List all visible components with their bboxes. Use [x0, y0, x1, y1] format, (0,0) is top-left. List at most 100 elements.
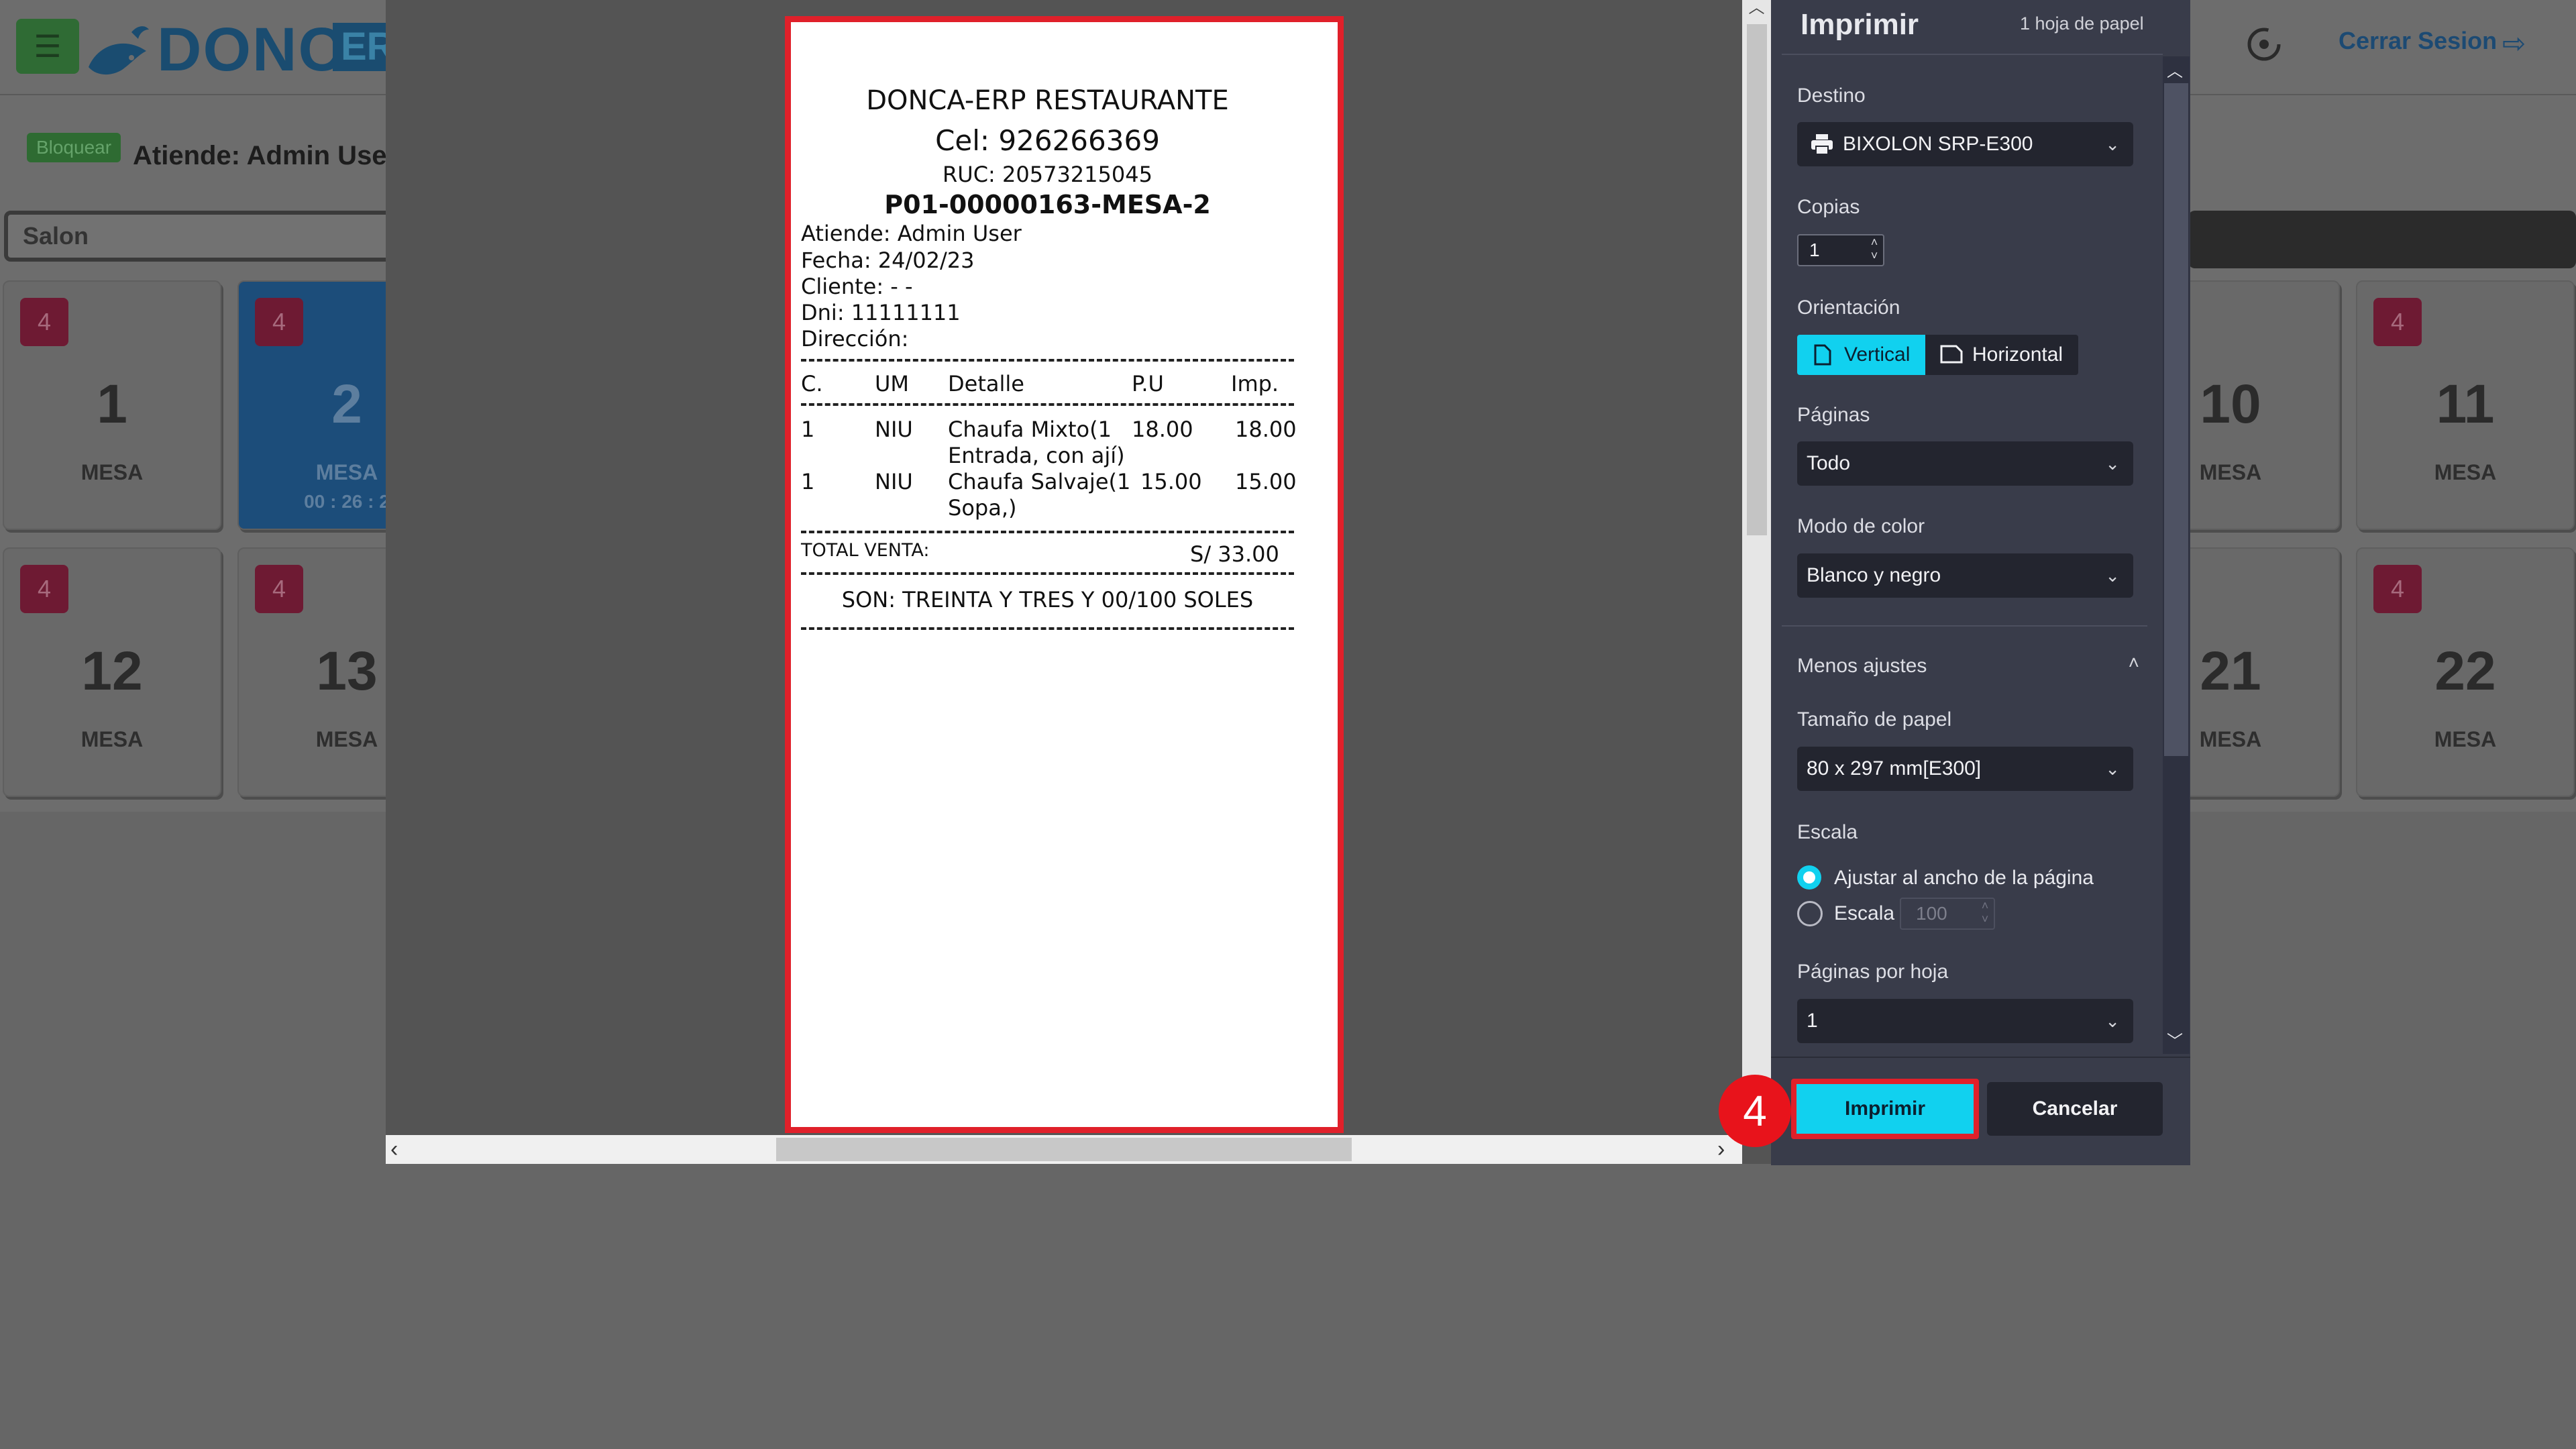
pages-per-sheet-label: Páginas por hoja [1797, 961, 1949, 983]
table-card[interactable]: 4 12 MESA [3, 547, 221, 797]
pages-per-sheet-value: 1 [1807, 1010, 1818, 1032]
scale-custom-radio[interactable] [1797, 901, 1823, 926]
preview-vertical-scroll-thumb[interactable] [1747, 24, 1767, 535]
pages-select[interactable]: Todo ⌄ [1797, 441, 2133, 486]
receipt-date: Fecha: 24/02/23 [801, 248, 975, 273]
receipt-col-qty: C. [801, 371, 823, 396]
orientation-horizontal-label: Horizontal [1972, 343, 2063, 366]
salon-bar [2188, 211, 2576, 268]
copies-stepper-icon[interactable]: ˄ ˅ [1866, 235, 1883, 265]
orientation-vertical-button[interactable]: Vertical [1797, 335, 1925, 375]
receipt-total-label: TOTAL VENTA: [801, 540, 930, 561]
attendant-label: Atiende: Admin User [133, 141, 398, 170]
printer-icon [1811, 134, 1833, 155]
table-number: 11 [2436, 374, 2495, 435]
scale-custom-label: Escala [1834, 902, 1895, 924]
lock-button[interactable]: Bloquear [27, 133, 121, 162]
chevron-down-icon: ⌄ [2105, 1011, 2120, 1031]
print-dialog-title: Imprimir [1801, 8, 1919, 41]
pages-label: Páginas [1797, 404, 1870, 426]
chevron-down-icon: ⌄ [2105, 453, 2120, 474]
sheet-count: 1 hoja de papel [2020, 13, 2144, 34]
menu-icon[interactable]: ☰ [16, 19, 79, 74]
table-capacity-badge: 4 [255, 298, 303, 346]
table-capacity-badge: 4 [2373, 565, 2422, 613]
whale-logo-icon [89, 26, 149, 75]
salon-select[interactable]: Salon [4, 211, 420, 262]
table-card[interactable]: 4 11 MESA [2356, 280, 2575, 530]
table-label: MESA [80, 727, 144, 751]
paper-size-label: Tamaño de papel [1797, 708, 1952, 731]
portrait-page-icon [1814, 344, 1831, 366]
table-capacity-badge: 4 [255, 565, 303, 613]
receipt-divider [801, 359, 1294, 362]
color-mode-value: Blanco y negro [1807, 564, 1941, 586]
refresh-icon[interactable] [2244, 24, 2284, 64]
table-label: MESA [2434, 727, 2497, 751]
scale-label: Escala [1797, 821, 1858, 843]
receipt-item-imp: 18.00 [1235, 417, 1297, 442]
chevron-down-icon: ⌄ [2105, 566, 2120, 586]
scroll-down-icon[interactable]: ﹀ [2167, 1028, 2183, 1051]
receipt-phone: Cel: 926266369 [935, 124, 1160, 157]
chevron-up-icon: ˄ [2128, 652, 2139, 673]
copies-label: Copias [1797, 196, 1860, 218]
table-label: MESA [2434, 460, 2497, 484]
logout-button[interactable]: Cerrar Sesion [2339, 27, 2497, 55]
receipt-dni: Dni: 11111111 [801, 300, 961, 325]
receipt-item-detail-cont: Sopa,) [948, 495, 1017, 521]
scroll-right-icon[interactable]: › [1717, 1136, 1725, 1163]
table-card[interactable]: 4 1 MESA [3, 280, 221, 530]
receipt-company: DONCA-ERP RESTAURANTE [866, 85, 1229, 116]
receipt-doc-number: P01-00000163-MESA-2 [884, 190, 1211, 219]
scroll-up-icon[interactable]: ︿ [2167, 58, 2183, 81]
receipt-divider [801, 531, 1294, 533]
less-settings-label: Menos ajustes [1797, 655, 1927, 677]
table-capacity-badge: 4 [20, 298, 68, 346]
color-mode-label: Modo de color [1797, 515, 1925, 537]
preview-horizontal-scroll-thumb[interactable] [776, 1138, 1352, 1161]
receipt-ruc: RUC: 20573215045 [943, 162, 1152, 187]
destination-select[interactable]: BIXOLON SRP-E300 ⌄ [1797, 122, 2133, 166]
logout-icon[interactable]: ⇨ [2502, 27, 2526, 60]
receipt-item-um: NIU [875, 417, 913, 442]
receipt-item-imp: 15.00 [1235, 469, 1297, 494]
receipt-item-detail: Chaufa Mixto(1 [948, 417, 1112, 442]
scale-fit-radio[interactable] [1797, 865, 1821, 890]
receipt-amount-words: SON: TREINTA Y TRES Y 00/100 SOLES [841, 587, 1254, 612]
table-card[interactable]: 4 22 MESA [2356, 547, 2575, 797]
receipt-col-imp: Imp. [1231, 371, 1279, 396]
table-label: MESA [80, 460, 144, 484]
receipt-page: DONCA-ERP RESTAURANTE Cel: 926266369 RUC… [785, 16, 1344, 1133]
receipt-address: Dirección: [801, 326, 909, 352]
receipt-item-pu: 18.00 [1132, 417, 1193, 442]
receipt-item-um: NIU [875, 469, 913, 494]
pages-per-sheet-select[interactable]: 1 ⌄ [1797, 999, 2133, 1043]
scroll-up-icon[interactable]: ︿ [1742, 0, 1771, 20]
scale-stepper-icon[interactable]: ˄ ˅ [1976, 899, 1994, 928]
orientation-horizontal-button[interactable]: Horizontal [1925, 335, 2078, 375]
print-button[interactable]: Imprimir [1791, 1079, 1979, 1139]
cancel-button[interactable]: Cancelar [1987, 1082, 2163, 1136]
receipt-divider [801, 627, 1294, 630]
scale-fit-label: Ajustar al ancho de la página [1834, 867, 2094, 889]
receipt-item-detail: Chaufa Salvaje(1 [948, 469, 1131, 494]
receipt-col-pu: P.U [1132, 371, 1164, 396]
less-settings-toggle[interactable]: Menos ajustes ˄ [1782, 644, 2147, 690]
paper-size-select[interactable]: 80 x 297 mm[E300] ⌄ [1797, 747, 2133, 791]
paper-size-value: 80 x 297 mm[E300] [1807, 757, 1982, 780]
receipt-divider [801, 572, 1294, 575]
settings-scroll-thumb[interactable] [2164, 83, 2188, 756]
color-mode-select[interactable]: Blanco y negro ⌄ [1797, 553, 2133, 598]
orientation-vertical-label: Vertical [1844, 343, 1911, 366]
step-marker: 4 [1719, 1075, 1791, 1147]
receipt-client: Cliente: - - [801, 274, 913, 299]
receipt-item-pu: 15.00 [1140, 469, 1202, 494]
scroll-left-icon[interactable]: ‹ [390, 1136, 398, 1163]
chevron-down-icon: ⌄ [2105, 134, 2120, 154]
receipt-item-detail-cont: Entrada, con ají) [948, 443, 1125, 468]
table-capacity-badge: 4 [20, 565, 68, 613]
table-capacity-badge: 4 [2373, 298, 2422, 346]
receipt-col-detail: Detalle [948, 371, 1024, 396]
chevron-down-icon: ⌄ [2105, 759, 2120, 779]
